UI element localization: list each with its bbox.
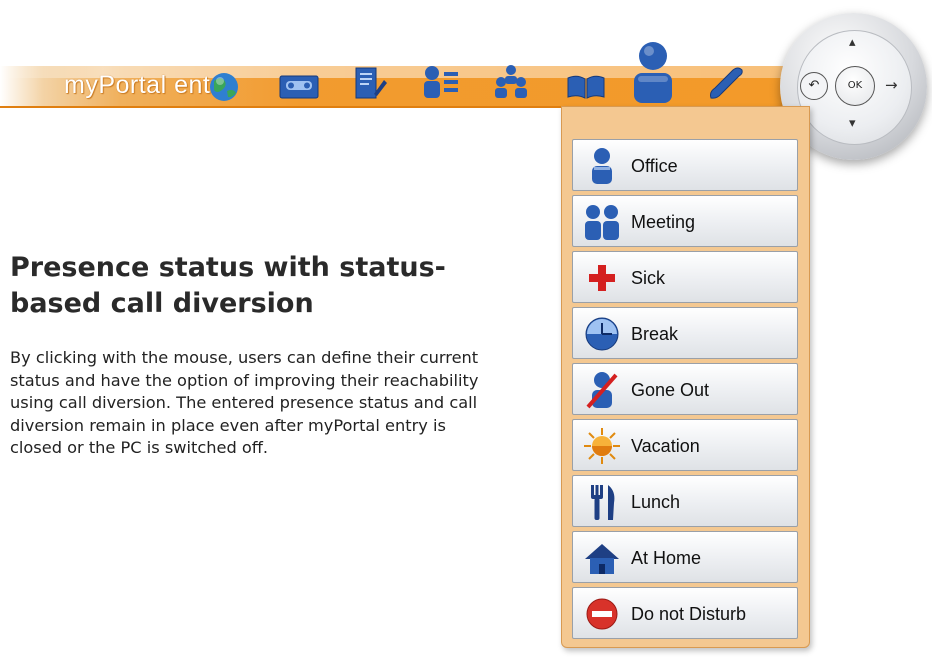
- wheel-up-arrow-icon[interactable]: ▴: [849, 36, 856, 49]
- status-item-break[interactable]: Break: [572, 307, 798, 359]
- description-text: By clicking with the mouse, users can de…: [10, 348, 479, 457]
- directory-icon[interactable]: [420, 62, 462, 104]
- no-entry-icon: [586, 598, 618, 630]
- status-item-at-home[interactable]: At Home: [572, 531, 798, 583]
- back-button[interactable]: ↶: [800, 72, 828, 100]
- status-item-meeting[interactable]: Meeting: [572, 195, 798, 247]
- forward-arrow-icon[interactable]: →: [885, 76, 898, 94]
- fork-knife-icon: [591, 485, 615, 520]
- clock-icon: [585, 317, 619, 351]
- wheel-down-arrow-icon[interactable]: ▾: [849, 117, 856, 130]
- ok-button[interactable]: OK: [835, 66, 875, 106]
- journal-icon[interactable]: [352, 64, 388, 104]
- status-item-label: Break: [631, 324, 679, 344]
- phone-icon[interactable]: [703, 62, 747, 106]
- book-icon[interactable]: [565, 70, 607, 104]
- presence-icon[interactable]: [628, 38, 678, 106]
- house-icon: [585, 544, 619, 574]
- status-item-label: Meeting: [631, 212, 696, 232]
- status-item-label: Gone Out: [631, 380, 710, 400]
- office-person-icon: [592, 148, 612, 184]
- contacts-icon[interactable]: [490, 62, 532, 104]
- voicemail-icon[interactable]: [278, 70, 320, 102]
- sun-icon: [584, 428, 620, 464]
- red-cross-icon: [589, 265, 615, 291]
- status-item-lunch[interactable]: Lunch: [572, 475, 798, 527]
- status-item-gone-out[interactable]: Gone Out: [572, 363, 798, 415]
- status-item-label: Sick: [631, 268, 666, 288]
- status-item-label: Do not Disturb: [631, 604, 747, 624]
- gone-out-person-icon: [586, 372, 618, 409]
- globe-icon[interactable]: [204, 66, 244, 106]
- status-item-label: Vacation: [631, 436, 700, 456]
- status-item-label: At Home: [631, 548, 702, 568]
- meeting-people-icon: [585, 205, 619, 240]
- status-item-office[interactable]: Office: [572, 139, 798, 191]
- status-item-label: Office: [631, 156, 678, 176]
- status-item-label: Lunch: [631, 492, 681, 512]
- status-item-do-not-disturb[interactable]: Do not Disturb: [572, 587, 798, 639]
- status-item-sick[interactable]: Sick: [572, 251, 798, 303]
- status-item-vacation[interactable]: Vacation: [572, 419, 798, 471]
- page-heading: Presence status with status-based call d…: [10, 252, 446, 319]
